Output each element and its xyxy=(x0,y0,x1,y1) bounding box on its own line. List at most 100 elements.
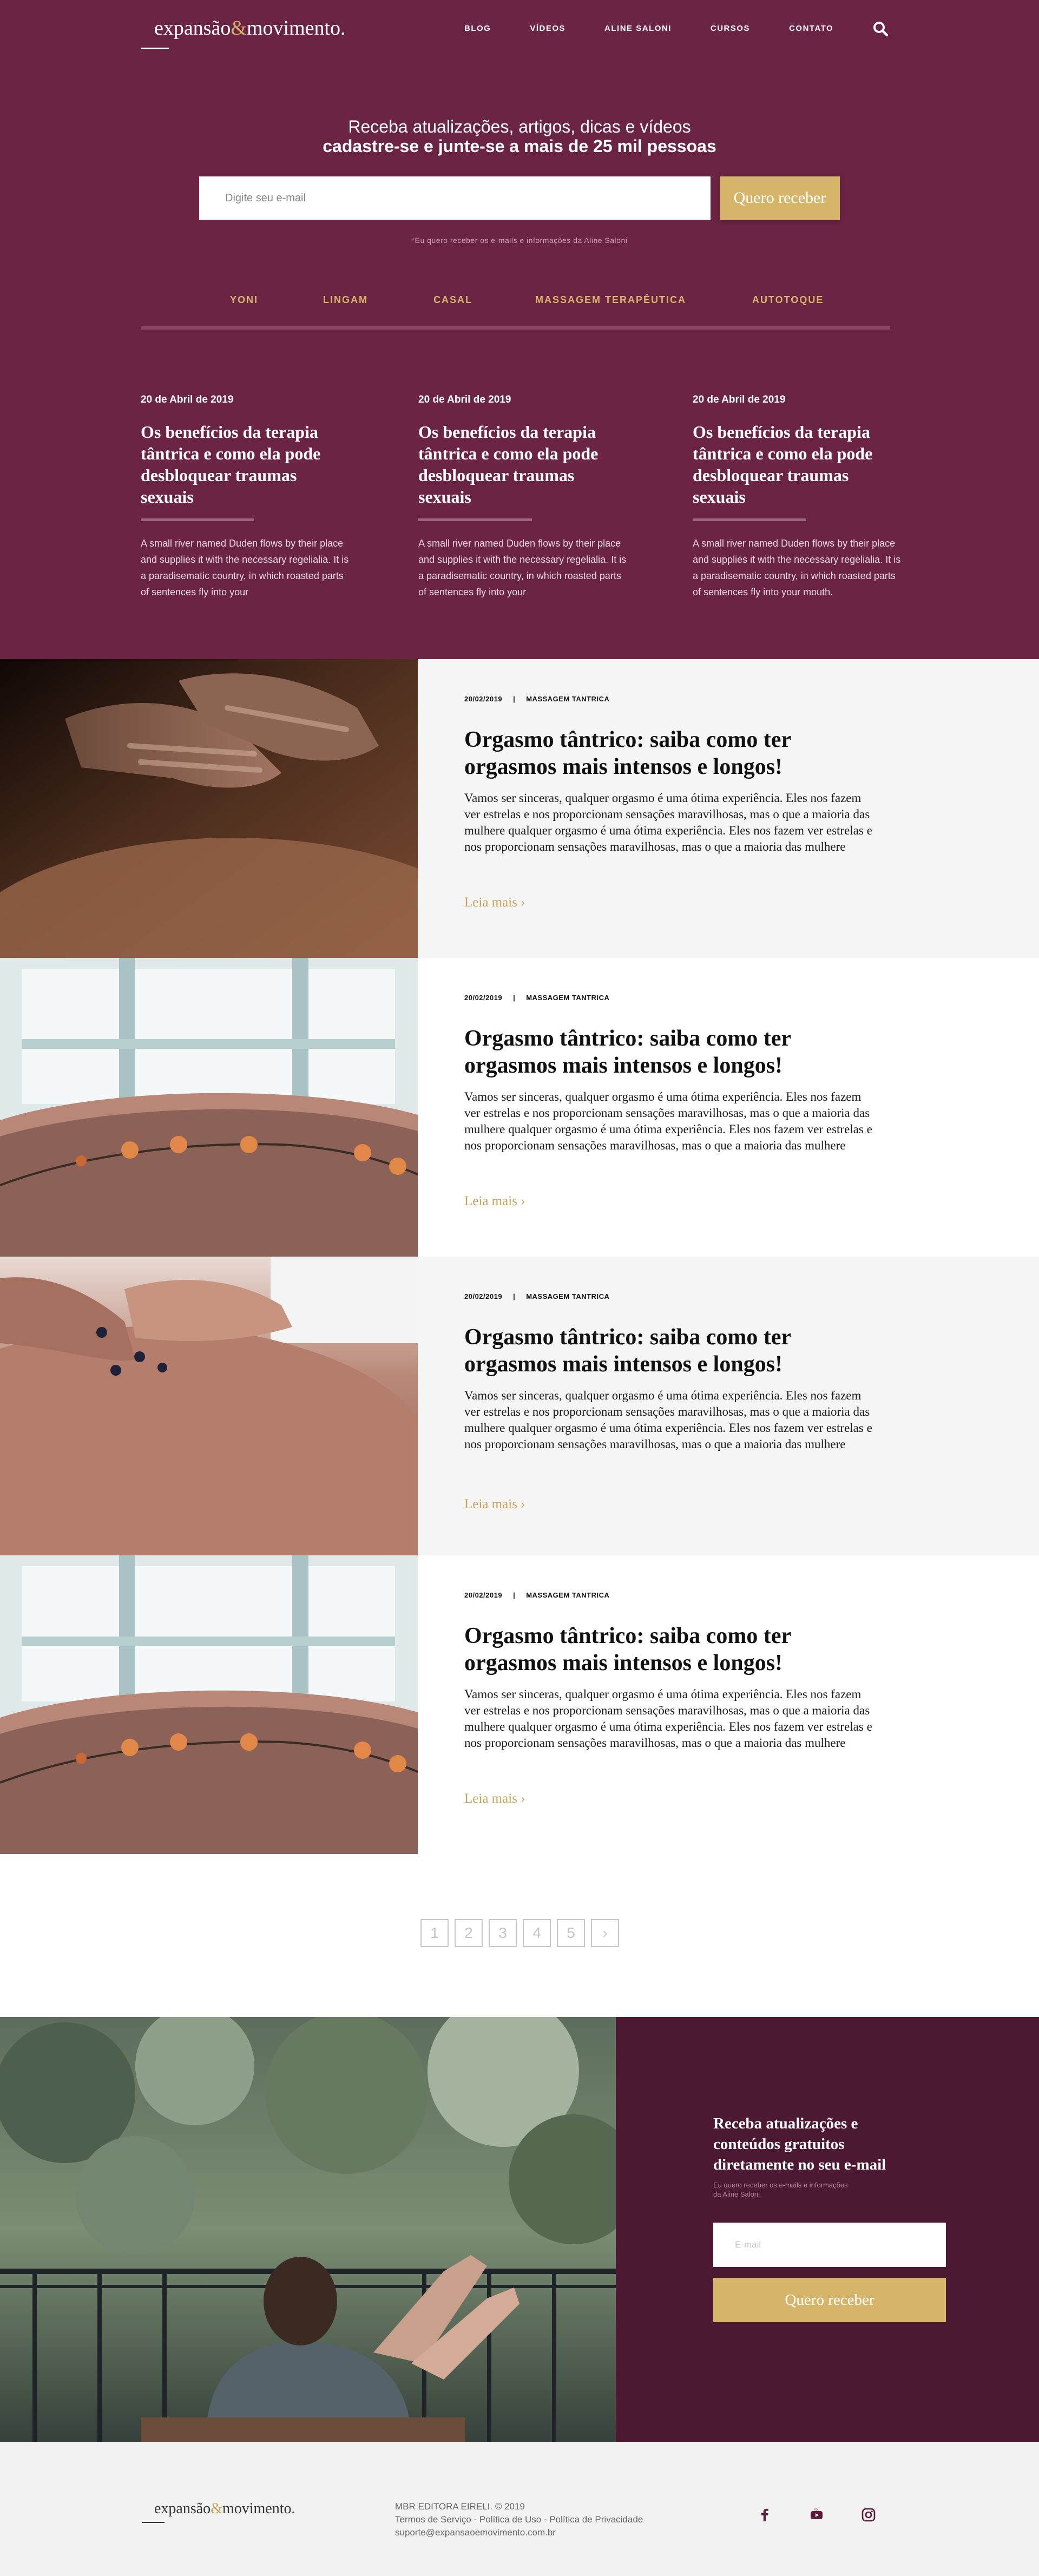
footer-logo-ampersand: & xyxy=(211,2500,222,2517)
article-body: 20/02/2019 | MASSAGEM TANTRICA Orgasmo tân… xyxy=(418,1257,1039,1555)
article-category[interactable]: MASSAGEM TANTRICA xyxy=(526,695,609,703)
subscribe-button[interactable]: Quero receber xyxy=(720,176,840,220)
newsletter-consent: Eu quero receber os e-mails e informaçõe… xyxy=(713,2181,848,2198)
title-divider xyxy=(693,518,806,521)
instagram-icon[interactable] xyxy=(860,2507,877,2523)
title-divider xyxy=(141,518,254,521)
logo-underline xyxy=(141,48,169,49)
nav-contato[interactable]: CONTATO xyxy=(789,24,833,33)
search-icon[interactable] xyxy=(872,21,889,37)
category-autotoque[interactable]: AUTOTOQUE xyxy=(752,294,824,306)
newsletter-title: Receba atualizações e conteúdos gratuito… xyxy=(713,2115,886,2173)
footer-email[interactable]: suporte@expansaoemovimento.com.br xyxy=(395,2526,643,2539)
footer-logo-word-2: movimento. xyxy=(222,2500,295,2517)
article-category[interactable]: MASSAGEM TANTRICA xyxy=(526,1591,609,1599)
category-yoni[interactable]: YONI xyxy=(230,294,258,306)
main-nav: BLOG VÍDEOS ALINE SALONI CURSOS CONTATO xyxy=(464,24,833,33)
post-date: 20 de Abril de 2019 xyxy=(693,394,786,405)
nav-videos[interactable]: VÍDEOS xyxy=(530,24,565,33)
fingers-on-back-photo[interactable] xyxy=(0,1257,418,1555)
page-4-button[interactable]: 4 xyxy=(523,1919,551,1947)
post-excerpt: A small river named Duden flows by their… xyxy=(141,538,349,597)
footer-company: MBR EDITORA EIRELI. © 2019 xyxy=(395,2501,525,2512)
youtube-icon[interactable]: You xyxy=(808,2507,825,2523)
signup-subheadline: cadastre-se e junte-se a mais de 25 mil … xyxy=(323,136,716,156)
post-date: 20 de Abril de 2019 xyxy=(141,394,234,405)
footer-logo[interactable]: expansão&movimento. xyxy=(154,2500,295,2518)
hands-massage-photo[interactable] xyxy=(0,659,514,1087)
chevron-right-icon: › xyxy=(521,1194,525,1208)
page-3-button[interactable]: 3 xyxy=(489,1919,517,1947)
post-excerpt: A small river named Duden flows by their… xyxy=(418,538,627,597)
email-input[interactable] xyxy=(199,176,711,220)
footer-info: MBR EDITORA EIRELI. © 2019 Termos de Ser… xyxy=(395,2500,643,2539)
logo-word-1: expansão xyxy=(154,17,231,40)
category-lingam[interactable]: LINGAM xyxy=(323,294,368,306)
article-text: Vamos ser sinceras, qualquer orgasmo é u… xyxy=(464,791,872,853)
pagination: 1 2 3 4 5 › xyxy=(420,1919,619,1947)
article-title[interactable]: Orgasmo tântrico: saiba como ter orgasmo… xyxy=(464,1324,876,1378)
site-logo[interactable]: expansão&movimento. xyxy=(154,16,346,40)
nav-blog[interactable]: BLOG xyxy=(464,24,491,33)
title-divider xyxy=(418,518,532,521)
footer-logo-underline xyxy=(142,2522,165,2523)
page-5-button[interactable]: 5 xyxy=(557,1919,585,1947)
read-more-link[interactable]: Leia mais › xyxy=(464,1497,525,1512)
read-more-link[interactable]: Leia mais › xyxy=(464,1791,525,1806)
article-body: 20/02/2019 | MASSAGEM TANTRICA Orgasmo tân… xyxy=(418,958,1039,1257)
post-title[interactable]: Os benefícios da terapia tântrica e como… xyxy=(141,421,352,508)
article-date: 20/02/2019 xyxy=(464,994,503,1002)
featured-post[interactable]: 20 de Abril de 2019 Os benefícios da ter… xyxy=(141,394,352,600)
newsletter-subscribe-button[interactable]: Quero receber xyxy=(713,2278,946,2322)
article-title[interactable]: Orgasmo tântrico: saiba como ter orgasmo… xyxy=(464,1622,876,1677)
page-1-button[interactable]: 1 xyxy=(420,1919,449,1947)
chevron-right-icon: › xyxy=(521,895,525,910)
signup-headline: Receba atualizações, artigos, dicas e ví… xyxy=(348,117,691,136)
footer-legal-links[interactable]: Termos de Serviço - Política de Uso - Po… xyxy=(395,2513,643,2526)
consent-note: *Eu quero receber os e-mails e informaçõ… xyxy=(411,236,628,245)
flowers-on-back-photo[interactable] xyxy=(0,1555,418,1854)
article-row: 20/02/2019 | MASSAGEM TANTRICA Orgasmo tân… xyxy=(0,659,1039,1087)
chevron-right-icon: › xyxy=(521,1497,525,1512)
facebook-icon[interactable] xyxy=(757,2507,773,2523)
article-date: 20/02/2019 xyxy=(464,1292,503,1300)
article-meta: 20/02/2019 | MASSAGEM TANTRICA xyxy=(464,1591,610,1599)
article-category[interactable]: MASSAGEM TANTRICA xyxy=(526,1292,609,1300)
post-title[interactable]: Os benefícios da terapia tântrica e como… xyxy=(693,421,904,508)
site-footer: expansão&movimento. MBR EDITORA EIRELI. … xyxy=(0,2442,1039,2576)
svg-text:You: You xyxy=(814,2508,819,2512)
nav-cursos[interactable]: CURSOS xyxy=(711,24,750,33)
logo-ampersand: & xyxy=(231,17,247,40)
social-links: You xyxy=(757,2507,877,2523)
article-text: Vamos ser sinceras, qualquer orgasmo é u… xyxy=(464,1389,872,1451)
nav-aline-saloni[interactable]: ALINE SALONI xyxy=(604,24,672,33)
article-body: 20/02/2019 | MASSAGEM TANTRICA Orgasmo tân… xyxy=(418,1555,1039,1854)
logo-word-2: movimento. xyxy=(246,17,346,40)
article-row: 20/02/2019 | MASSAGEM TANTRICA Orgasmo tân… xyxy=(0,958,1039,1257)
article-title[interactable]: Orgasmo tântrico: saiba como ter orgasmo… xyxy=(464,1025,876,1079)
featured-post[interactable]: 20 de Abril de 2019 Os benefícios da ter… xyxy=(418,394,629,600)
newsletter-panel: Receba atualizações e conteúdos gratuito… xyxy=(616,2017,1039,2442)
featured-post[interactable]: 20 de Abril de 2019 Os benefícios da ter… xyxy=(693,394,904,600)
next-page-button[interactable]: › xyxy=(591,1919,619,1947)
category-casal[interactable]: CASAL xyxy=(433,294,472,306)
article-row: 20/02/2019 | MASSAGEM TANTRICA Orgasmo tân… xyxy=(0,1257,1039,1555)
article-body: 20/02/2019 | MASSAGEM TANTRICA Orgasmo tân… xyxy=(418,659,1039,958)
article-meta: 20/02/2019 | MASSAGEM TANTRICA xyxy=(464,994,610,1002)
article-category[interactable]: MASSAGEM TANTRICA xyxy=(526,994,609,1002)
category-divider xyxy=(141,326,890,330)
article-text: Vamos ser sinceras, qualquer orgasmo é u… xyxy=(464,1687,872,1750)
article-text: Vamos ser sinceras, qualquer orgasmo é u… xyxy=(464,1090,872,1152)
page-2-button[interactable]: 2 xyxy=(455,1919,483,1947)
newsletter-email-input[interactable] xyxy=(713,2223,946,2267)
read-more-link[interactable]: Leia mais › xyxy=(464,895,525,910)
hero-section: expansão&movimento. BLOG VÍDEOS ALINE SA… xyxy=(0,0,1039,659)
read-more-link[interactable]: Leia mais › xyxy=(464,1194,525,1209)
article-date: 20/02/2019 xyxy=(464,1591,503,1599)
flowers-on-back-photo[interactable] xyxy=(0,958,418,1257)
article-meta: 20/02/2019 | MASSAGEM TANTRICA xyxy=(464,695,610,703)
article-meta: 20/02/2019 | MASSAGEM TANTRICA xyxy=(464,1292,610,1300)
category-massagem-terapeutica[interactable]: MASSAGEM TERAPÊUTICA xyxy=(535,294,686,306)
article-title[interactable]: Orgasmo tântrico: saiba como ter orgasmo… xyxy=(464,726,876,780)
post-title[interactable]: Os benefícios da terapia tântrica e como… xyxy=(418,421,629,508)
